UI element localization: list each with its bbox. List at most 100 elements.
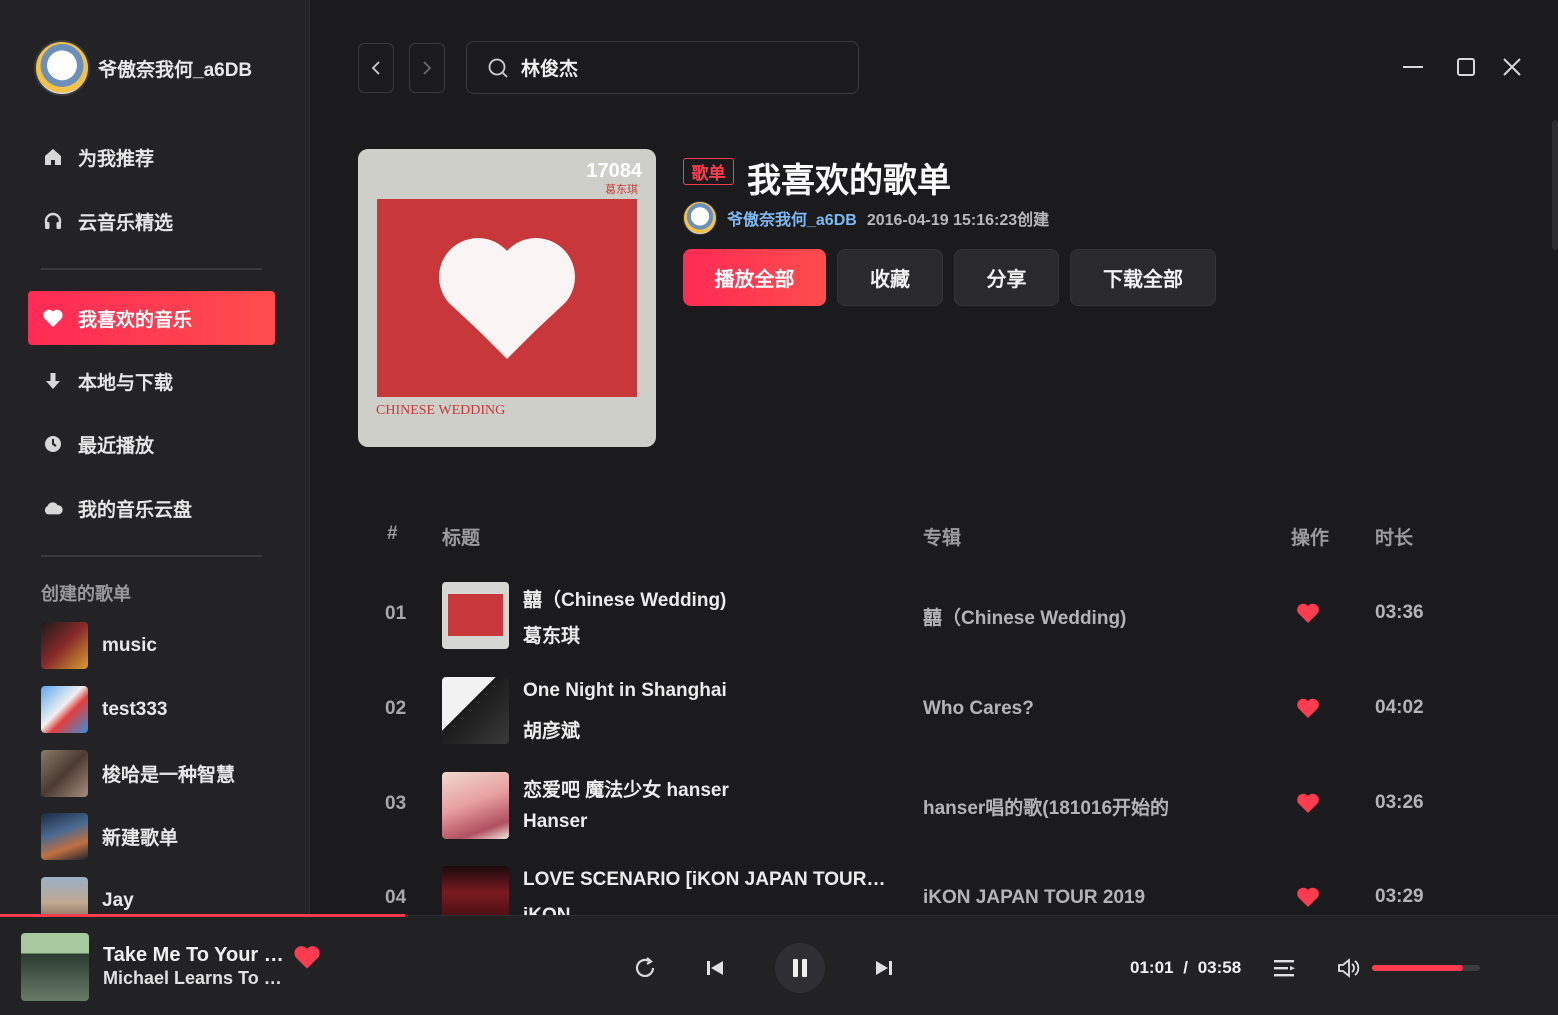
volume-icon xyxy=(1338,958,1360,978)
column-header-album[interactable]: 专辑 xyxy=(923,523,961,550)
sidebar: 爷傲奈我何_a6DB 为我推荐 云音乐精选 我喜欢的音乐 本地与下载 最近播放 xyxy=(0,0,310,915)
playlist-cover-art[interactable]: 17084 葛东琪 CHINESE WEDDING xyxy=(358,149,656,447)
download-icon xyxy=(42,370,64,392)
song-album[interactable]: Who Cares? xyxy=(923,698,1034,720)
close-button[interactable] xyxy=(1500,55,1524,79)
play-all-button[interactable]: 播放全部 xyxy=(683,249,826,306)
song-album[interactable]: 囍（Chinese Wedding) xyxy=(923,603,1126,630)
back-button[interactable] xyxy=(358,43,394,93)
song-title[interactable]: 囍（Chinese Wedding) xyxy=(523,585,726,612)
player-bar: Take Me To Your Heart Michael Learns To … xyxy=(0,914,1558,1015)
song-artist[interactable]: Hanser xyxy=(523,811,587,833)
playlist-cover xyxy=(41,750,88,797)
song-row[interactable]: 03 恋爱吧 魔法少女 hanser Hanser hanser唱的歌(1810… xyxy=(358,772,1458,842)
nav-item-featured[interactable]: 云音乐精选 xyxy=(28,194,275,248)
nav-item-recent[interactable]: 最近播放 xyxy=(28,417,275,471)
play-pause-button[interactable] xyxy=(775,943,825,993)
scrollbar[interactable] xyxy=(1552,120,1558,250)
time-separator: / xyxy=(1183,958,1188,977)
forward-button[interactable] xyxy=(409,43,445,93)
playlist-cover xyxy=(41,622,88,669)
song-index: 04 xyxy=(385,887,407,908)
column-header-actions: 操作 xyxy=(1291,528,1330,549)
maximize-button[interactable] xyxy=(1454,55,1478,79)
song-title[interactable]: LOVE SCENARIO [iKON JAPAN TOUR 2019] xyxy=(523,869,888,891)
song-row[interactable]: 04 LOVE SCENARIO [iKON JAPAN TOUR 2019] … xyxy=(358,866,1458,915)
cover-artist-text: 葛东琪 xyxy=(605,183,638,196)
column-header-duration[interactable]: 时长 xyxy=(1375,523,1413,550)
song-row[interactable]: 02 One Night in Shanghai 胡彦斌 Who Cares? … xyxy=(358,677,1458,747)
playback-progress-bar[interactable] xyxy=(0,914,1558,917)
nav-label: 本地与下载 xyxy=(78,372,174,394)
column-header-title[interactable]: 标题 xyxy=(442,523,480,550)
user-name[interactable]: 爷傲奈我何_a6DB xyxy=(98,55,252,82)
creator-name-link[interactable]: 爷傲奈我何_a6DB xyxy=(727,206,857,230)
song-row[interactable]: 01 囍（Chinese Wedding) 葛东琪 囍（Chinese Wedd… xyxy=(358,582,1458,652)
playlist-cover xyxy=(41,686,88,733)
playlist-name: 新建歌单 xyxy=(102,828,179,849)
nav-label: 为我推荐 xyxy=(78,148,155,170)
song-album[interactable]: iKON JAPAN TOUR 2019 xyxy=(923,887,1145,909)
column-header-index: # xyxy=(387,523,398,544)
song-title[interactable]: 恋爱吧 魔法少女 hanser xyxy=(523,775,729,802)
playlist-item[interactable]: 新建歌单 xyxy=(41,813,178,860)
next-icon xyxy=(876,961,892,975)
playlist-queue-button[interactable] xyxy=(1272,957,1298,979)
playlist-item[interactable]: Jay xyxy=(41,877,134,915)
like-heart-icon[interactable] xyxy=(1296,792,1320,819)
user-profile[interactable]: 爷傲奈我何_a6DB xyxy=(34,40,252,96)
playlist-item[interactable]: test333 xyxy=(41,686,168,733)
previous-button[interactable] xyxy=(704,956,726,980)
total-time: 03:58 xyxy=(1197,958,1242,977)
nav-item-liked-music[interactable]: 我喜欢的音乐 xyxy=(28,291,275,345)
collect-button[interactable]: 收藏 xyxy=(837,249,943,306)
song-artist[interactable]: 胡彦斌 xyxy=(523,716,580,743)
nav-label: 我的音乐云盘 xyxy=(78,499,193,521)
song-cover xyxy=(442,582,509,649)
song-cover xyxy=(442,866,509,915)
sidebar-divider xyxy=(41,555,262,557)
like-heart-icon[interactable] xyxy=(1296,602,1320,629)
search-icon xyxy=(488,58,508,78)
search-box[interactable] xyxy=(466,41,859,94)
playlist-item[interactable]: 梭哈是一种智慧 xyxy=(41,750,235,797)
volume-slider[interactable] xyxy=(1372,965,1480,971)
song-artist[interactable]: 葛东琪 xyxy=(523,621,580,648)
nav-label: 我喜欢的音乐 xyxy=(78,309,193,331)
song-duration: 03:29 xyxy=(1375,886,1424,907)
headphones-icon xyxy=(42,210,64,232)
share-button[interactable]: 分享 xyxy=(954,249,1059,306)
user-avatar[interactable] xyxy=(34,40,90,96)
cover-heart-icon xyxy=(439,238,575,359)
now-playing-like-heart-icon[interactable] xyxy=(293,944,321,975)
playlist-item[interactable]: music xyxy=(41,622,157,669)
next-button[interactable] xyxy=(873,956,895,980)
maximize-icon xyxy=(1457,58,1475,76)
cover-number: 17084 xyxy=(586,160,642,182)
minimize-button[interactable] xyxy=(1401,55,1425,79)
song-title[interactable]: One Night in Shanghai xyxy=(523,680,727,702)
song-cover xyxy=(442,677,509,744)
playlist-name: test333 xyxy=(102,698,168,720)
nav-item-cloud-disk[interactable]: 我的音乐云盘 xyxy=(28,481,275,535)
repeat-button[interactable] xyxy=(632,956,658,980)
volume-button[interactable] xyxy=(1336,956,1362,980)
playlist-name: 梭哈是一种智慧 xyxy=(102,765,236,786)
creator-avatar[interactable] xyxy=(683,201,717,235)
song-album[interactable]: hanser唱的歌(181016开始的 xyxy=(923,793,1169,820)
like-heart-icon[interactable] xyxy=(1296,886,1320,913)
created-date: 2016-04-19 15:16:23创建 xyxy=(866,212,1050,229)
volume-slider-fill xyxy=(1372,965,1463,971)
download-all-button[interactable]: 下载全部 xyxy=(1070,249,1216,306)
nav-label: 云音乐精选 xyxy=(78,212,174,234)
now-playing-cover[interactable] xyxy=(21,933,89,1001)
song-index: 02 xyxy=(385,698,407,719)
song-cover xyxy=(442,772,509,839)
search-input[interactable] xyxy=(521,56,821,79)
like-heart-icon[interactable] xyxy=(1296,697,1320,724)
nav-item-recommend[interactable]: 为我推荐 xyxy=(28,130,275,184)
close-icon xyxy=(1503,58,1521,76)
now-playing-title[interactable]: Take Me To Your Heart xyxy=(103,944,288,967)
nav-item-local-download[interactable]: 本地与下载 xyxy=(28,354,275,408)
now-playing-artist[interactable]: Michael Learns To Rock xyxy=(103,968,288,989)
